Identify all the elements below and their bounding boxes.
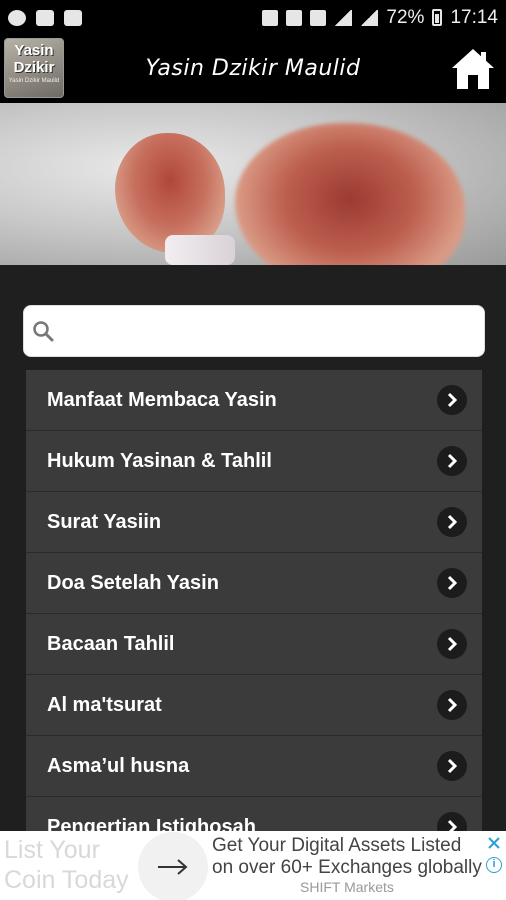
alarm-icon [286,9,303,26]
email-icon [64,9,82,26]
menu-item-label: Manfaat Membaca Yasin [47,388,277,411]
search-icon [33,321,54,342]
ad-headline: List Your Coin Today [4,835,129,895]
menu-item-label: Al ma'tsurat [47,693,162,716]
menu-item-label: Surat Yasiin [47,510,162,533]
ad-close-icon[interactable] [486,835,502,851]
chevron-right-icon [437,568,467,598]
banner-image [0,103,506,265]
app-logo: Yasin Dzikir Yasin Dzikir Maulid [4,38,64,98]
signal-2-icon [360,9,379,26]
chevron-right-icon [437,629,467,659]
gallery-icon [36,9,54,26]
mute-icon [262,9,279,26]
menu-list: Manfaat Membaca Yasin Hukum Yasinan & Ta… [26,370,482,858]
status-bar: 72% 17:14 [0,0,506,35]
menu-item-matsurat[interactable]: Al ma'tsurat [26,675,482,736]
home-button[interactable] [450,47,496,91]
chevron-right-icon [437,446,467,476]
ad-headline-line1: List Your [4,836,100,864]
app-bar: Yasin Dzikir Maulid Yasin Dzikir Yasin D… [0,35,506,103]
system-icons: 72% 17:14 [262,7,498,29]
search-bar[interactable] [23,305,485,357]
home-icon [452,49,494,89]
notification-icons [8,9,82,26]
battery-percent: 72% [386,6,425,28]
ad-headline-line2: Coin Today [4,866,129,894]
menu-item-surat-yasiin[interactable]: Surat Yasiin [26,492,482,553]
menu-item-doa[interactable]: Doa Setelah Yasin [26,553,482,614]
app-title: Yasin Dzikir Maulid [145,56,361,81]
chevron-right-icon [437,690,467,720]
sleeve-cuff [165,235,235,265]
clock: 17:14 [450,6,498,28]
ad-sponsor: SHIFT Markets [300,879,394,895]
menu-item-label: Bacaan Tahlil [47,632,175,655]
chevron-right-icon [437,751,467,781]
ad-cta-button[interactable] [138,832,208,900]
menu-item-hukum[interactable]: Hukum Yasinan & Tahlil [26,431,482,492]
search-input[interactable] [62,311,484,351]
battery-icon [432,9,443,26]
menu-item-asmaul-husna[interactable]: Asma’ul husna [26,736,482,797]
arrow-right-icon [158,859,188,875]
menu-item-tahlil[interactable]: Bacaan Tahlil [26,614,482,675]
wifi-icon [310,9,327,26]
ad-banner[interactable]: List Your Coin Today Get Your Digital As… [0,831,506,900]
menu-item-manfaat[interactable]: Manfaat Membaca Yasin [26,370,482,431]
praying-hand-right [235,123,465,265]
ad-info-icon[interactable]: i [486,857,502,873]
logo-line1: Yasin [14,42,54,59]
logo-line3: Yasin Dzikir Maulid [8,78,60,84]
chevron-right-icon [437,507,467,537]
logo-line2: Dzikir [13,59,55,76]
ad-body-text: Get Your Digital Assets Listed on over 6… [212,835,482,878]
messenger-icon [8,9,26,26]
chevron-right-icon [437,385,467,415]
menu-item-label: Doa Setelah Yasin [47,571,219,594]
signal-icon [334,9,353,26]
menu-item-label: Asma’ul husna [47,754,190,777]
menu-item-label: Hukum Yasinan & Tahlil [47,449,272,472]
